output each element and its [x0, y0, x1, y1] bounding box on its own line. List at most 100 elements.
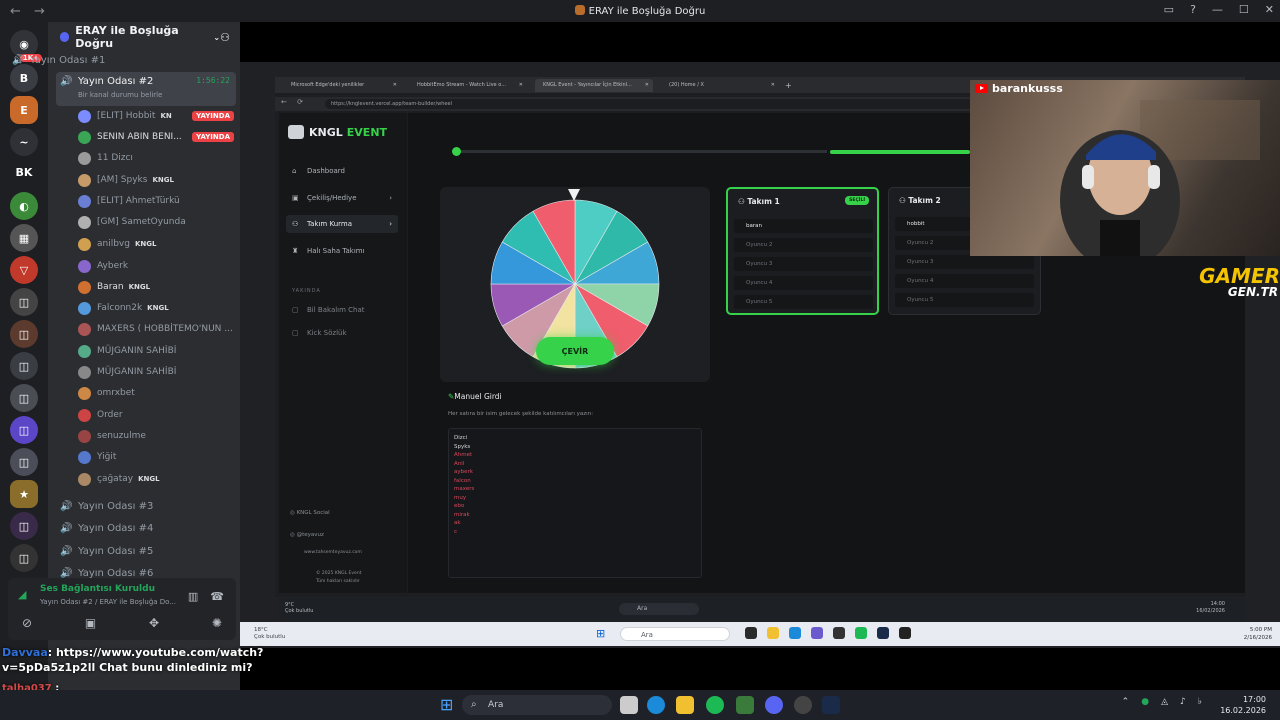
help-icon[interactable]: ?: [1190, 3, 1196, 16]
voice-channel-3[interactable]: 🔊 Yayın Odası #3: [56, 496, 236, 516]
voice-user[interactable]: anilbvg KNGL: [78, 234, 234, 254]
close-icon[interactable]: ✕: [393, 82, 397, 88]
app-icon[interactable]: [899, 627, 911, 639]
windows-start-icon[interactable]: ⊞: [440, 696, 458, 714]
server-bk[interactable]: BK: [10, 158, 38, 186]
network-icon[interactable]: ◬: [1161, 697, 1168, 707]
browser-tab[interactable]: Microsoft Edge'deki yenilikler ✕: [283, 79, 401, 92]
noise-suppression-icon[interactable]: ▥: [188, 590, 198, 603]
soundboard-icon[interactable]: ✺: [212, 616, 222, 630]
inbox-icon[interactable]: ▭: [1164, 3, 1174, 16]
server-folder-icon[interactable]: ◫: [10, 352, 38, 380]
voice-channel-5[interactable]: 🔊 Yayın Odası #5: [56, 541, 236, 561]
team-slot[interactable]: Oyuncu 3: [895, 255, 1034, 269]
spotify-icon[interactable]: [706, 696, 724, 714]
voice-user[interactable]: Baran KNGL: [78, 277, 234, 297]
activities-icon[interactable]: ✥: [149, 616, 159, 630]
screen-share-icon[interactable]: ▣: [85, 616, 96, 630]
server-folder-icon[interactable]: ◫: [10, 448, 38, 476]
minimize-button[interactable]: —: [1212, 3, 1223, 16]
disconnect-icon[interactable]: ☎: [210, 590, 224, 603]
steam-icon[interactable]: [822, 696, 840, 714]
voice-channel-2[interactable]: 🔊 Yayın Odası #2 1:56:22 Bir kanal durumu b…: [56, 72, 236, 106]
weather-widget[interactable]: 9°C Çok bulutlu: [285, 602, 313, 614]
discord-icon[interactable]: [765, 696, 783, 714]
server-icon[interactable]: ~: [10, 128, 38, 156]
voice-user[interactable]: çağatay KNGL: [78, 469, 234, 489]
edge-icon[interactable]: [789, 627, 801, 639]
taskview-icon[interactable]: [745, 627, 757, 639]
voice-user[interactable]: Ayberk: [78, 256, 234, 276]
guild-header[interactable]: ERAY ile Boşluğa Doğru ⌄ ⚇: [48, 22, 240, 52]
voice-user[interactable]: 11 Dizcı: [78, 148, 234, 168]
file-explorer-icon[interactable]: [676, 696, 694, 714]
team-slot[interactable]: Oyuncu 4: [895, 274, 1034, 288]
footer-site[interactable]: www.tahsemteyavuz.com: [304, 550, 362, 555]
browser-nav-icons[interactable]: ← ⟳: [281, 98, 307, 106]
maximize-button[interactable]: ☐: [1239, 3, 1249, 16]
menu-team-builder[interactable]: ⚇ Takım Kurma ›: [286, 215, 398, 233]
social-link[interactable]: ◎ KNGL Social: [290, 510, 330, 516]
menu-pitch-team[interactable]: ♜ Halı Saha Takımı: [286, 242, 398, 260]
team-slot[interactable]: Oyuncu 4: [734, 276, 873, 290]
browser-tab-active[interactable]: KNGL Event - Yayıncılar İçin Etkinl... ✕: [535, 78, 653, 92]
voice-user[interactable]: [ELIT] Hobbit KN YAYINDA: [78, 106, 234, 126]
voice-user[interactable]: [AM] Spyks KNGL: [78, 170, 234, 190]
file-explorer-icon[interactable]: [767, 627, 779, 639]
add-member-icon[interactable]: ⚇: [220, 31, 230, 44]
spotify-icon[interactable]: [855, 627, 867, 639]
mic-icon[interactable]: ♭: [1198, 697, 1202, 707]
voice-user[interactable]: [ELIT] AhmetTürkü: [78, 191, 234, 211]
edge-icon[interactable]: [647, 696, 665, 714]
steam-icon[interactable]: [877, 627, 889, 639]
progress-handle[interactable]: [452, 147, 461, 156]
menu-giveaway[interactable]: ▣ Çekiliş/Hediye ›: [286, 189, 398, 207]
server-icon[interactable]: ★: [10, 480, 38, 508]
spin-button[interactable]: ÇEVİR: [536, 337, 614, 365]
new-tab-icon[interactable]: +: [785, 81, 792, 90]
voice-channel-1[interactable]: 🔊 Yayın Odası #1: [8, 50, 188, 70]
app-icon[interactable]: [794, 696, 812, 714]
server-folder-icon[interactable]: ◫: [10, 544, 38, 572]
voice-user[interactable]: omrxbet: [78, 383, 234, 403]
voice-user[interactable]: Yiğit: [78, 447, 234, 467]
close-icon[interactable]: ✕: [645, 82, 649, 88]
team-card-1[interactable]: ⚇ Takım 1 SEÇİLİ baran Oyuncu 2 Oyuncu 3…: [726, 187, 879, 315]
server-folder-icon[interactable]: ◫: [10, 416, 38, 444]
server-icon[interactable]: ▽: [10, 256, 38, 284]
voice-user[interactable]: SENIN ABIN BENI... YAYINDA: [78, 127, 234, 147]
camera-off-icon[interactable]: ⊘: [22, 616, 32, 630]
server-folder-icon[interactable]: ◫: [10, 288, 38, 316]
voice-user[interactable]: MÜJGANIN SAHİBİ: [78, 362, 234, 382]
server-folder-icon[interactable]: ◫: [10, 512, 38, 540]
discord-icon[interactable]: [811, 627, 823, 639]
menu-dashboard[interactable]: ⌂ Dashboard: [286, 162, 398, 180]
team-slot[interactable]: Oyuncu 3: [734, 257, 873, 271]
team-slot[interactable]: baran: [734, 219, 873, 233]
status-icon[interactable]: ●: [1141, 697, 1149, 707]
weather-widget[interactable]: 18°C Çok bulutlu: [254, 627, 285, 641]
names-textarea[interactable]: [448, 428, 702, 578]
voice-user[interactable]: Falconn2k KNGL: [78, 298, 234, 318]
server-folder-icon[interactable]: ◫: [10, 320, 38, 348]
close-icon[interactable]: ✕: [771, 82, 775, 88]
url-field[interactable]: https://knglevent.vercel.app/team-builde…: [325, 99, 1025, 109]
menu-soon-2[interactable]: ▢ Kick Sözlük: [286, 324, 398, 342]
volume-icon[interactable]: ♪: [1180, 697, 1186, 707]
close-icon[interactable]: ✕: [519, 82, 523, 88]
windows-start-icon[interactable]: ⊞: [596, 627, 605, 640]
voice-user[interactable]: MÜJGANIN SAHİBİ: [78, 341, 234, 361]
app-icon[interactable]: [833, 627, 845, 639]
team-slot[interactable]: Oyuncu 2: [734, 238, 873, 252]
taskbar-search[interactable]: Ara: [619, 603, 699, 615]
team-slot[interactable]: Oyuncu 5: [895, 293, 1034, 307]
signal-icon[interactable]: ◢: [18, 588, 26, 601]
app-icon[interactable]: [736, 696, 754, 714]
app-icon[interactable]: [620, 696, 638, 714]
browser-tab[interactable]: HobbitEmo Stream - Watch Live o... ✕: [409, 79, 527, 92]
voice-user[interactable]: Order: [78, 405, 234, 425]
voice-user[interactable]: [GM] SametOyunda: [78, 212, 234, 232]
social-link[interactable]: ◎ @teyavuz: [290, 532, 324, 538]
browser-tab[interactable]: (20) Home / X ✕: [661, 79, 779, 92]
voice-user[interactable]: senuzulme: [78, 426, 234, 446]
